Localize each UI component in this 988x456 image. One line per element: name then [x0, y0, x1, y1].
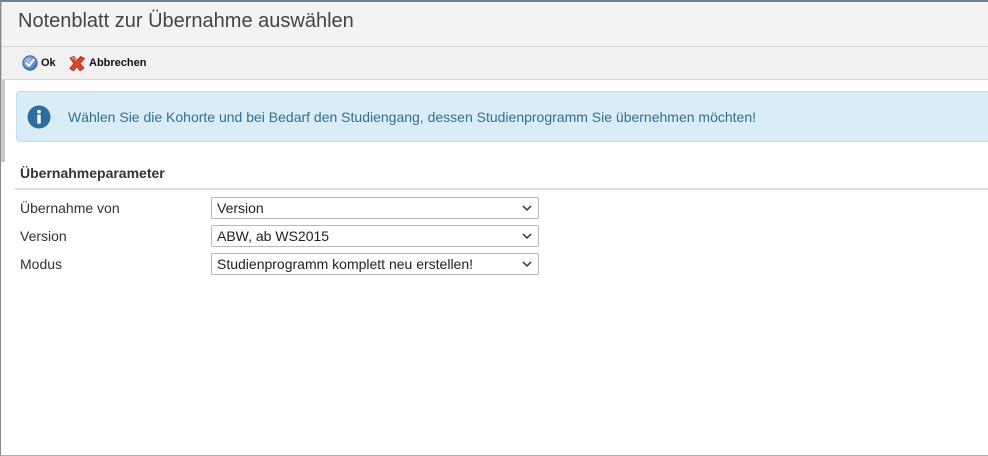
check-circle-icon: [22, 55, 38, 71]
chevron-down-icon: [522, 205, 532, 212]
dialog-toolbar: Ok Abbrechen: [2, 47, 988, 80]
mode-select[interactable]: Studienprogramm komplett neu erstellen!: [211, 253, 539, 275]
dialog-title-bar: Notenblatt zur Übernahme auswählen: [2, 2, 988, 47]
form-row-version: Version ABW, ab WS2015: [1, 225, 601, 247]
section-divider: [15, 188, 988, 190]
form-row-mode: Modus Studienprogramm komplett neu erste…: [1, 253, 601, 275]
transfer-from-value: Version: [217, 200, 264, 216]
form-row-transfer-from: Übernahme von Version: [1, 197, 601, 219]
cancel-button[interactable]: Abbrechen: [68, 54, 146, 72]
info-message: Wählen Sie die Kohorte und bei Bedarf de…: [16, 91, 988, 142]
red-x-icon: [69, 55, 85, 71]
ok-button[interactable]: Ok: [22, 54, 56, 72]
cancel-label: Abbrechen: [89, 57, 147, 69]
transfer-dialog: Notenblatt zur Übernahme auswählen Ok Ab…: [0, 0, 988, 456]
section-heading: Übernahmeparameter: [20, 165, 165, 181]
mode-label: Modus: [20, 256, 63, 272]
transfer-from-select[interactable]: Version: [211, 197, 539, 219]
info-text: Wählen Sie die Kohorte und bei Bedarf de…: [68, 109, 757, 125]
version-value: ABW, ab WS2015: [217, 228, 330, 244]
version-select[interactable]: ABW, ab WS2015: [211, 225, 539, 247]
mode-value: Studienprogramm komplett neu erstellen!: [217, 256, 474, 272]
version-label: Version: [20, 228, 67, 244]
chevron-down-icon: [522, 233, 532, 240]
info-icon: [27, 105, 51, 129]
transfer-from-label: Übernahme von: [20, 200, 120, 216]
chevron-down-icon: [522, 261, 532, 268]
dialog-title: Notenblatt zur Übernahme auswählen: [18, 10, 354, 32]
ok-label: Ok: [41, 57, 56, 69]
